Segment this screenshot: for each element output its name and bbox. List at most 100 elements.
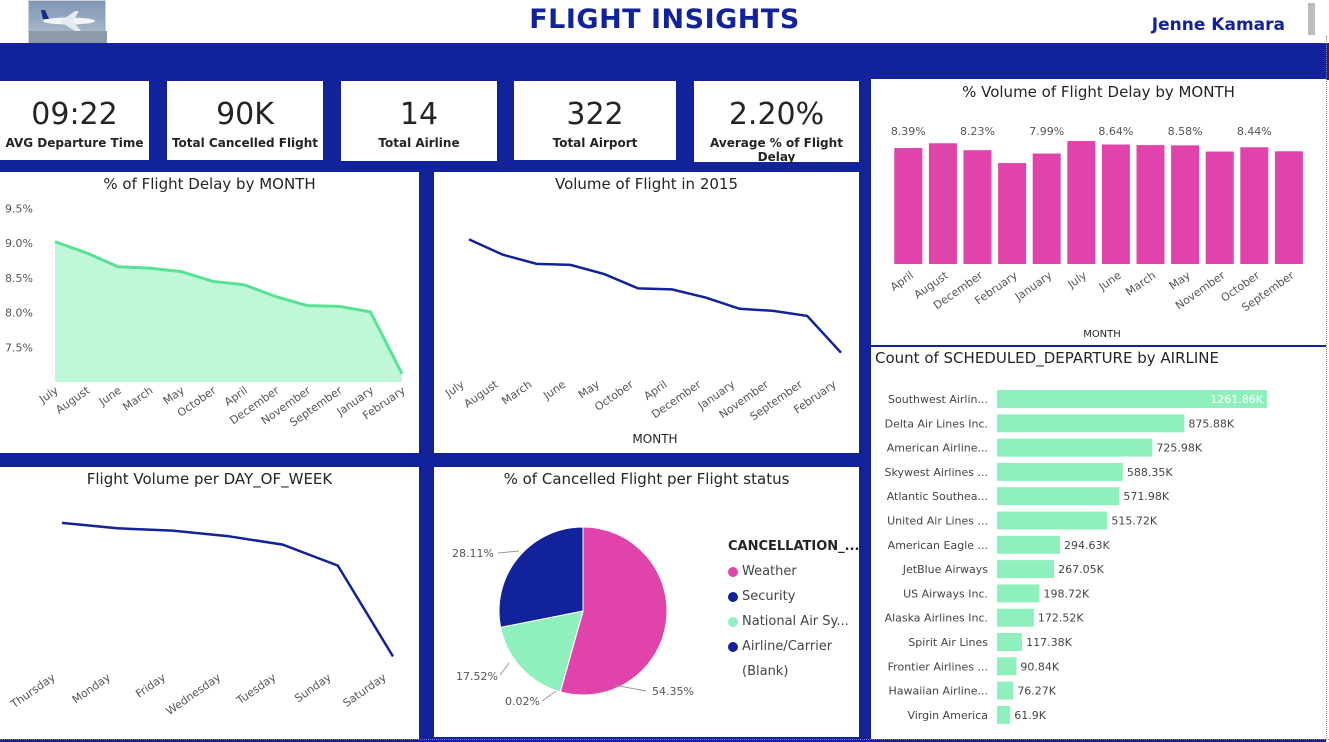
data-label: 198.72K <box>1044 587 1090 600</box>
chart-title: Volume of Flight in 2015 <box>554 175 739 193</box>
y-tick-label: American Eagle ... <box>888 539 988 552</box>
y-tick-label: 7.5% <box>5 341 33 354</box>
x-tick-label: August <box>462 377 502 410</box>
legend-item-security[interactable]: Security <box>728 589 856 604</box>
y-tick-label: Hawaiian Airline... <box>888 685 988 698</box>
author-name: Jenne Kamara <box>1151 15 1285 35</box>
bar <box>997 705 1011 724</box>
data-label: 7.99% <box>1029 125 1064 138</box>
x-tick-label: March <box>120 384 155 414</box>
y-tick-label: Southwest Airlin... <box>888 393 988 406</box>
x-tick-label: Thursday <box>8 671 59 712</box>
legend-dot <box>728 641 738 652</box>
chart-title: Flight Volume per DAY_OF_WEEK <box>86 470 333 488</box>
bar <box>997 657 1017 676</box>
kpi-value: 09:22 <box>31 97 118 132</box>
data-label: 8.23% <box>960 125 995 138</box>
x-tick-label: June <box>1096 269 1124 294</box>
kpi-value: 2.20% <box>728 97 825 132</box>
legend-item-blank[interactable]: (Blank) <box>728 664 856 679</box>
panel-cancelled-status: % of Cancelled Flight per Flight status … <box>434 467 859 737</box>
data-label: 61.9K <box>1014 709 1046 722</box>
data-label: 8.39% <box>891 125 926 138</box>
kpi-label: AVG Departure Time <box>5 136 144 150</box>
legend-label: Airline/Carrier <box>742 639 833 654</box>
legend-item-national-air[interactable]: National Air Sy... <box>728 614 856 629</box>
legend-label: Security <box>742 589 796 604</box>
legend-label: National Air Sy... <box>742 614 849 629</box>
bar <box>1136 145 1165 264</box>
x-tick-label: March <box>499 378 534 408</box>
volume-line-chart: JulyAugustMarch June MayOctober AprilDecemb… <box>442 238 842 446</box>
canvas-border-bottom <box>0 739 1329 740</box>
data-label: 8.64% <box>1098 125 1133 138</box>
canvas-border-right <box>1326 36 1327 740</box>
series-line <box>468 238 842 354</box>
legend-title: CANCELLATION_... <box>728 539 860 554</box>
data-label: 8.58% <box>1168 125 1203 138</box>
legend-dot <box>728 616 738 627</box>
x-tick-label: Wednesday <box>164 671 224 718</box>
x-tick-label: Friday <box>133 671 168 701</box>
panel-volume-2015: Volume of Flight in 2015 July August March… <box>434 172 859 453</box>
x-tick-label: March <box>1123 269 1158 299</box>
legend-item-airline-carrier[interactable]: Airline/Carrier <box>728 639 856 654</box>
x-tick-label: June <box>96 384 124 409</box>
data-label: 571.98K <box>1123 490 1169 503</box>
legend-dot <box>728 566 738 577</box>
bar <box>1205 151 1234 264</box>
bar <box>997 681 1014 700</box>
y-tick-label: Skywest Airlines ... <box>885 466 988 479</box>
bar <box>928 143 957 264</box>
y-tick-label: JetBlue Airways <box>902 563 989 576</box>
panel-scheduled-by-airline: Count of SCHEDULED_DEPARTURE by AIRLINE … <box>871 347 1326 739</box>
x-tick-label: August <box>53 383 93 416</box>
data-label: 267.05K <box>1058 563 1104 576</box>
y-tick-label: Delta Air Lines Inc. <box>885 417 988 430</box>
bar <box>997 438 1153 457</box>
page-title: FLIGHT INSIGHTS <box>529 4 800 35</box>
chart-title: % of Flight Delay by MONTH <box>103 175 316 193</box>
bar <box>1101 144 1130 264</box>
x-tick-label: Saturday <box>341 671 389 710</box>
panel-volume-delay-by-month: % Volume of Flight Delay by MONTH 8.39% A… <box>871 79 1326 345</box>
bar <box>997 560 1055 579</box>
bar <box>1171 145 1200 264</box>
y-tick-label: 9.0% <box>5 237 33 250</box>
leader-line <box>497 550 520 554</box>
airline-hbar-chart: Southwest Airlin... 1261.86K Delta Air Lin… <box>885 390 1267 724</box>
x-tick-label: May <box>1167 269 1193 293</box>
x-tick-label: June <box>540 378 568 403</box>
x-axis-title: MONTH <box>632 432 677 446</box>
kpi-card-airport: 322 Total Airport <box>514 81 676 160</box>
kpi-value: 14 <box>399 97 439 132</box>
y-tick-label: Virgin America <box>907 709 988 722</box>
delay-area-chart: 9.5%9.0%8.5%8.0%7.5%JulyAugust JuneMarch M… <box>5 202 408 429</box>
leader-line <box>499 662 510 676</box>
data-label: 294.63K <box>1064 539 1110 552</box>
data-label: 54.35% <box>652 685 694 698</box>
bar <box>998 163 1027 264</box>
leader-line <box>613 684 647 692</box>
x-tick-label: Sunday <box>292 671 334 706</box>
scrollbar-thumb[interactable] <box>1308 3 1315 35</box>
data-label: 725.98K <box>1156 442 1202 455</box>
kpi-card-avg-departure: 09:22 AVG Departure Time <box>0 81 149 160</box>
y-tick-label: Frontier Airlines ... <box>888 660 988 673</box>
bar <box>997 608 1034 627</box>
legend-item-weather[interactable]: Weather <box>728 564 856 579</box>
kpi-label: Total Cancelled Flight <box>171 136 319 150</box>
dow-line-chart: Thursday Monday FridayWednesday Tuesday Sund… <box>8 521 395 718</box>
y-tick-label: Spirit Air Lines <box>908 636 988 649</box>
x-tick-label: July <box>442 378 467 401</box>
bar <box>1240 147 1269 264</box>
y-tick-label: US Airways Inc. <box>903 587 988 600</box>
data-label: 0.02% <box>505 695 540 708</box>
x-axis-title: MONTH <box>1083 329 1121 340</box>
bar <box>1274 151 1303 264</box>
y-tick-label: American Airline... <box>887 442 988 455</box>
y-tick-label: 9.5% <box>5 202 33 215</box>
y-tick-label: 8.0% <box>5 307 33 320</box>
delay-bar-chart: 8.39%AprilAugust8.23%DecemberFebruary7.9… <box>888 125 1303 340</box>
data-label: 1261.86K <box>1210 393 1263 406</box>
